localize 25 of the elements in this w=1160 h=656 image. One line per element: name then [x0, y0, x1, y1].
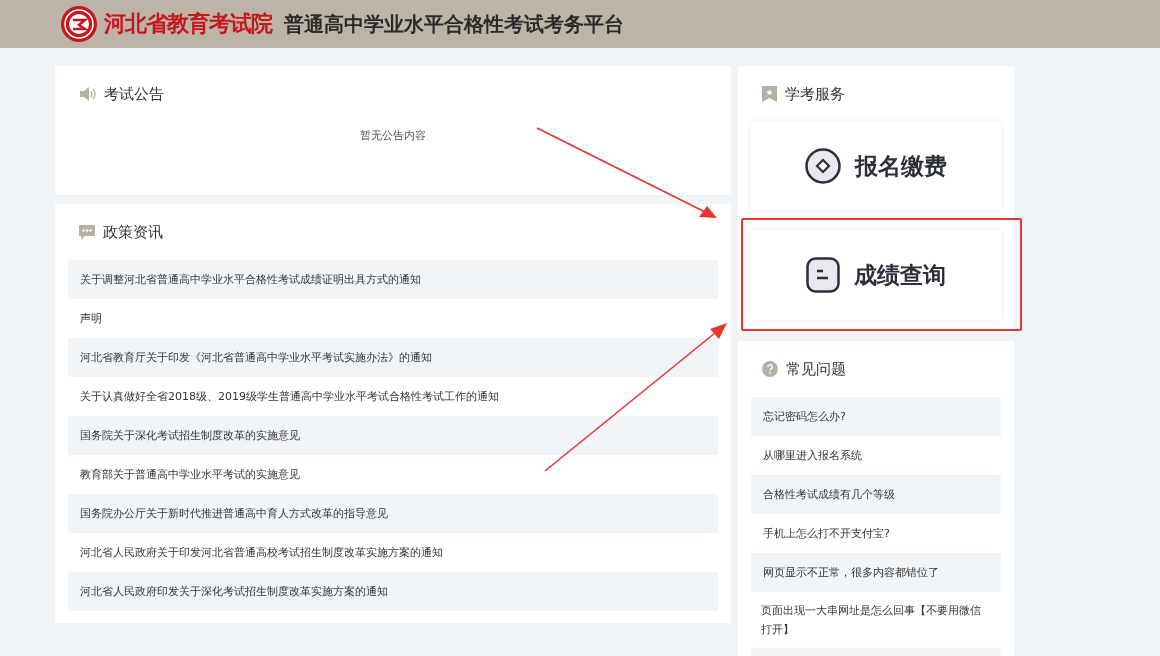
news-link[interactable]: 国务院关于深化考试招生制度改革的实施意见: [68, 416, 718, 455]
news-link[interactable]: 河北省教育厅关于印发《河北省普通高中学业水平考试实施办法》的通知: [68, 338, 718, 377]
tile-label: 成绩查询: [854, 260, 946, 290]
news-link[interactable]: 河北省人民政府印发关于深化考试招生制度改革实施方案的通知: [68, 572, 718, 611]
org-name: 河北省教育考试院: [104, 9, 272, 38]
tile-label: 报名缴费: [855, 151, 947, 181]
emblem-logo-icon: [60, 5, 98, 43]
news-link[interactable]: 国务院办公厅关于新时代推进普通高中育人方式改革的指导意见: [68, 494, 718, 533]
chat-icon: [79, 224, 95, 240]
card-title: 政策资讯: [103, 222, 163, 242]
document-icon: [806, 257, 840, 293]
faq-link[interactable]: 网页显示不正常，很多内容都错位了: [751, 553, 1001, 592]
service-tile[interactable]: 成绩查询: [751, 230, 1001, 320]
help-icon: [762, 361, 778, 377]
speaker-icon: [79, 87, 96, 101]
card-title: 常见问题: [786, 359, 846, 379]
card-title: 学考服务: [785, 84, 845, 104]
empty-message: 暂无公告内容: [360, 129, 426, 142]
card-title: 考试公告: [104, 84, 164, 104]
platform-title: 普通高中学业水平合格性考试考务平台: [284, 10, 624, 38]
service-tile[interactable]: 报名缴费: [751, 122, 1001, 210]
faq-link[interactable]: 忘记密码怎么办?: [751, 397, 1001, 436]
faq-link[interactable]: 合格性考试成绩有几个等级: [751, 475, 1001, 514]
bookmark-star-icon: [762, 86, 777, 102]
news-link[interactable]: 关于调整河北省普通高中学业水平合格性考试成绩证明出具方式的通知: [68, 260, 718, 299]
